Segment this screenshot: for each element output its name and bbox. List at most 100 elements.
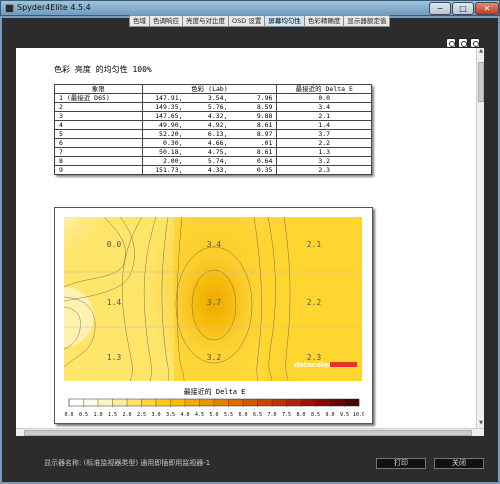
scroll-down-icon[interactable]: ▼ xyxy=(477,420,485,428)
scale-swatch xyxy=(141,399,156,406)
lab-l-value: 52.20, xyxy=(159,130,183,138)
tab-gamut[interactable]: 色域 xyxy=(129,15,149,27)
scroll-up-icon[interactable]: ▲ xyxy=(477,48,485,56)
lab-l-value: 149.35, xyxy=(155,103,183,111)
delta-e-cell: 1.3 xyxy=(276,147,372,157)
vertical-scrollbar[interactable]: ▲ ▼ xyxy=(476,48,484,428)
scale-swatch xyxy=(301,399,316,406)
scale-tick-label: 7.5 xyxy=(282,412,291,418)
horizontal-scrollbar[interactable] xyxy=(16,428,484,436)
scale-swatch xyxy=(98,399,113,406)
app-icon xyxy=(5,4,14,13)
print-button[interactable]: 打印 xyxy=(376,458,426,469)
lab-a-value: 4.33, xyxy=(207,166,228,174)
scale-swatch xyxy=(228,399,243,406)
table-row: 9 151.73, 4.33, 0.35 2.3 xyxy=(54,165,372,175)
scale-swatch xyxy=(243,399,258,406)
lab-cell: 49.90, 4.92, 8.61 xyxy=(141,120,278,130)
scale-swatch xyxy=(272,399,287,406)
monitor-name-label: 显示器名称: (标准监视器类型) 通用即插即用监视器-1 xyxy=(44,459,211,467)
scale-tick-label: 1.0 xyxy=(93,412,102,418)
scale-tick-label: 4.5 xyxy=(195,412,204,418)
lab-cell: 151.73, 4.33, 0.35 xyxy=(141,165,278,175)
scale-tick-label: 6.0 xyxy=(238,412,247,418)
delta-e-cell: 2.2 xyxy=(276,138,372,148)
horizontal-scroll-thumb[interactable] xyxy=(24,430,472,436)
scale-tick-label: 2.0 xyxy=(122,412,131,418)
lab-b-value: .01 xyxy=(260,139,273,147)
table-row: 6 0.30, 4.66, .01 2.2 xyxy=(54,138,372,148)
lab-b-value: 9.88 xyxy=(256,112,273,120)
zoom-out-icon[interactable] xyxy=(458,38,468,48)
lab-cell: 50.18, 4.75, 8.61 xyxy=(141,147,278,157)
lab-cell: 149.35, 5.76, 8.59 xyxy=(141,102,278,112)
delta-e-cell: 3.4 xyxy=(276,102,372,112)
col-header-delta-e: 最接近的 Delta E xyxy=(276,84,372,94)
scale-tick-label: 4.0 xyxy=(180,412,189,418)
tab-display-rating[interactable]: 显示器额定值 xyxy=(343,15,391,27)
scale-tick-label: 5.5 xyxy=(224,412,233,418)
scale-tick-label: 1.5 xyxy=(108,412,117,418)
scale-tick-label: 10.0 xyxy=(353,412,364,418)
scale-swatch xyxy=(69,399,84,406)
scale-swatch xyxy=(286,399,301,406)
tab-osd-settings[interactable]: OSD 设置 xyxy=(228,15,265,27)
lab-l-value: 2.00, xyxy=(162,157,183,165)
scale-swatch xyxy=(170,399,185,406)
uniformity-table: 象限 色彩 (Lab) 最接近的 Delta E 1 (最接近 D65) 147.… xyxy=(54,84,372,175)
scale-tick-label: 7.0 xyxy=(267,412,276,418)
uniformity-contour-map: 0.0 3.4 2.1 1.4 3.7 2.2 1.3 3.2 2.3 data… xyxy=(64,217,362,381)
table-row: 4 49.90, 4.92, 8.61 1.4 xyxy=(54,120,372,130)
zone-cell: 1 (最接近 D65) xyxy=(54,93,143,103)
scale-tick-label: 0.0 xyxy=(64,412,73,418)
table-row: 3 147.65, 4.32, 9.88 2.1 xyxy=(54,111,372,121)
title-bar: Spyder4Elite 4.5.4 − □ ✕ xyxy=(0,0,500,16)
zone-cell: 5 xyxy=(54,129,143,139)
lab-a-value: 3.54, xyxy=(207,94,228,102)
tab-bar: 色域 色调响应 亮度与对比度 OSD 设置 屏幕均匀性 色彩精确度 显示器额定值 xyxy=(129,15,391,27)
zone-cell: 4 xyxy=(54,120,143,130)
scale-swatch xyxy=(127,399,142,406)
close-window-button[interactable]: ✕ xyxy=(475,2,499,15)
scale-swatch xyxy=(83,399,98,406)
window-title: Spyder4Elite 4.5.4 xyxy=(17,3,91,12)
table-row: 5 52.20, 6.13, 8.97 3.7 xyxy=(54,129,372,139)
zone-4-value: 1.4 xyxy=(107,298,122,307)
lab-l-value: 147.91, xyxy=(155,94,183,102)
zone-cell: 6 xyxy=(54,138,143,148)
zone-5-value: 3.7 xyxy=(207,298,222,307)
zoom-in-icon[interactable] xyxy=(446,38,456,48)
scale-tick-label: 3.0 xyxy=(151,412,160,418)
lab-l-value: 49.90, xyxy=(159,121,183,129)
scale-swatch xyxy=(315,399,330,406)
close-button[interactable]: 关闭 xyxy=(434,458,484,469)
minimize-button[interactable]: − xyxy=(429,2,451,15)
zone-7-value: 1.3 xyxy=(107,353,122,362)
delta-e-color-scale: 0.0 0.5 1.0 1.5 2.0 2.5 3.0 3.5 4.0 4.5 5.0 5.5 6.0 6… xyxy=(64,398,364,418)
tab-color-accuracy[interactable]: 色彩精确度 xyxy=(303,15,344,27)
lab-a-value: 5.74, xyxy=(207,157,228,165)
delta-e-cell: 0.0 xyxy=(276,93,372,103)
scale-swatch xyxy=(199,399,214,406)
zoom-fit-icon[interactable] xyxy=(470,38,480,48)
scale-swatch xyxy=(156,399,171,406)
lab-b-value: 8.61 xyxy=(256,121,273,129)
tab-tone-response[interactable]: 色调响应 xyxy=(149,15,182,27)
tab-screen-uniformity[interactable]: 屏幕均匀性 xyxy=(264,15,304,27)
lab-cell: 147.65, 4.32, 9.88 xyxy=(141,111,278,121)
vertical-scroll-thumb[interactable] xyxy=(478,62,484,102)
datacolor-logo: datacolor xyxy=(294,361,332,369)
scale-tick-label: 9.5 xyxy=(340,412,349,418)
maximize-button[interactable]: □ xyxy=(452,2,474,15)
lab-cell: 147.91, 3.54, 7.96 xyxy=(141,93,278,103)
zone-3-value: 2.1 xyxy=(307,240,322,249)
lab-b-value: 8.61 xyxy=(256,148,273,156)
report-page: 色彩 亮度 的均匀性 100% 象限 色彩 (Lab) 最接近的 Delta E… xyxy=(16,48,476,428)
scale-swatch xyxy=(185,399,200,406)
scale-tick-label: 8.5 xyxy=(311,412,320,418)
scale-swatch xyxy=(112,399,127,406)
tab-brightness-contrast[interactable]: 亮度与对比度 xyxy=(182,15,228,27)
lab-a-value: 5.76, xyxy=(207,103,228,111)
zone-2-value: 3.4 xyxy=(207,240,222,249)
table-row: 1 (最接近 D65) 147.91, 3.54, 7.96 0.0 xyxy=(54,93,372,103)
